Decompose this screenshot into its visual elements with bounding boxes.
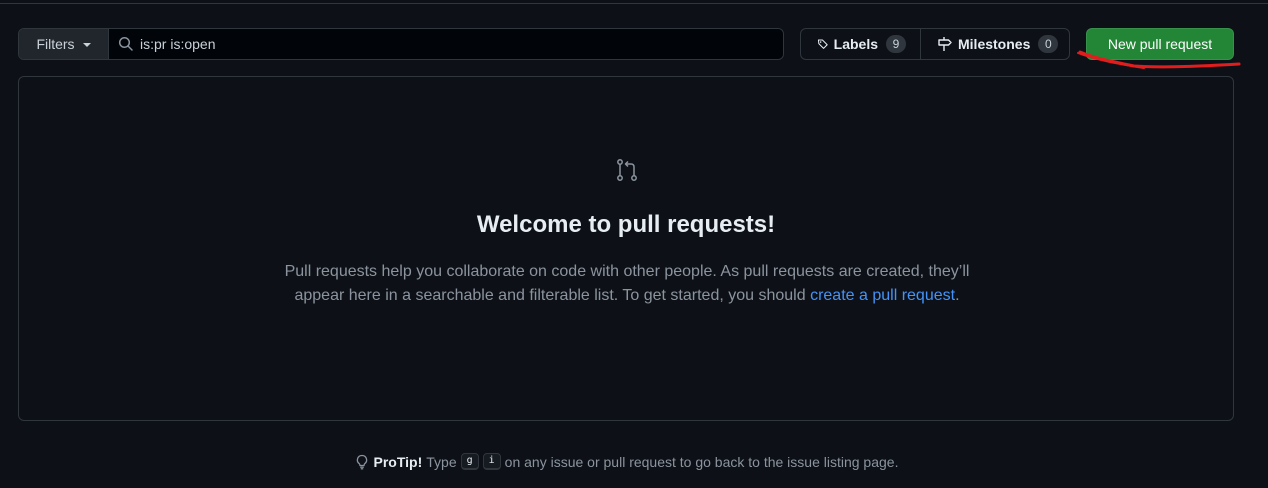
protip: ProTip! Type g i on any issue or pull re… <box>0 453 1252 470</box>
blankslate-description: Pull requests help you collaborate on co… <box>277 260 977 308</box>
caret-down-icon <box>82 43 91 47</box>
filters-button[interactable]: Filters <box>19 29 109 59</box>
search-icon <box>118 36 133 51</box>
header-divider <box>0 3 1268 4</box>
labels-count-badge: 9 <box>886 35 906 53</box>
kbd-g: g <box>460 453 479 470</box>
milestones-button[interactable]: Milestones 0 <box>921 29 1069 59</box>
labels-button[interactable]: Labels 9 <box>801 29 921 59</box>
protip-label: ProTip! <box>373 453 423 470</box>
red-underline-annotation <box>1077 50 1241 69</box>
protip-text-before: Type <box>426 453 457 470</box>
protip-text-after: on any issue or pull request to go back … <box>504 453 899 470</box>
create-pull-request-link[interactable]: create a pull request <box>810 287 955 304</box>
tag-icon <box>817 39 828 49</box>
filters-label: Filters <box>36 36 75 52</box>
light-bulb-icon <box>356 454 367 469</box>
git-pull-request-icon <box>617 159 637 181</box>
milestone-icon <box>938 37 952 51</box>
blankslate-text-after: . <box>955 287 960 304</box>
milestones-label: Milestones <box>958 36 1031 52</box>
search-input[interactable] <box>140 36 783 52</box>
milestones-count-badge: 0 <box>1038 35 1059 53</box>
pull-requests-blankslate: Welcome to pull requests! Pull requests … <box>18 76 1234 421</box>
filter-search-group: Filters <box>18 28 784 60</box>
pr-toolbar: Filters Labels 9 Milestone <box>18 28 1234 60</box>
labels-label: Labels <box>833 36 878 52</box>
blankslate-title: Welcome to pull requests! <box>476 211 776 238</box>
search-wrapper <box>109 29 783 59</box>
labels-milestones-group: Labels 9 Milestones 0 <box>800 28 1070 60</box>
kbd-i: i <box>482 453 501 470</box>
